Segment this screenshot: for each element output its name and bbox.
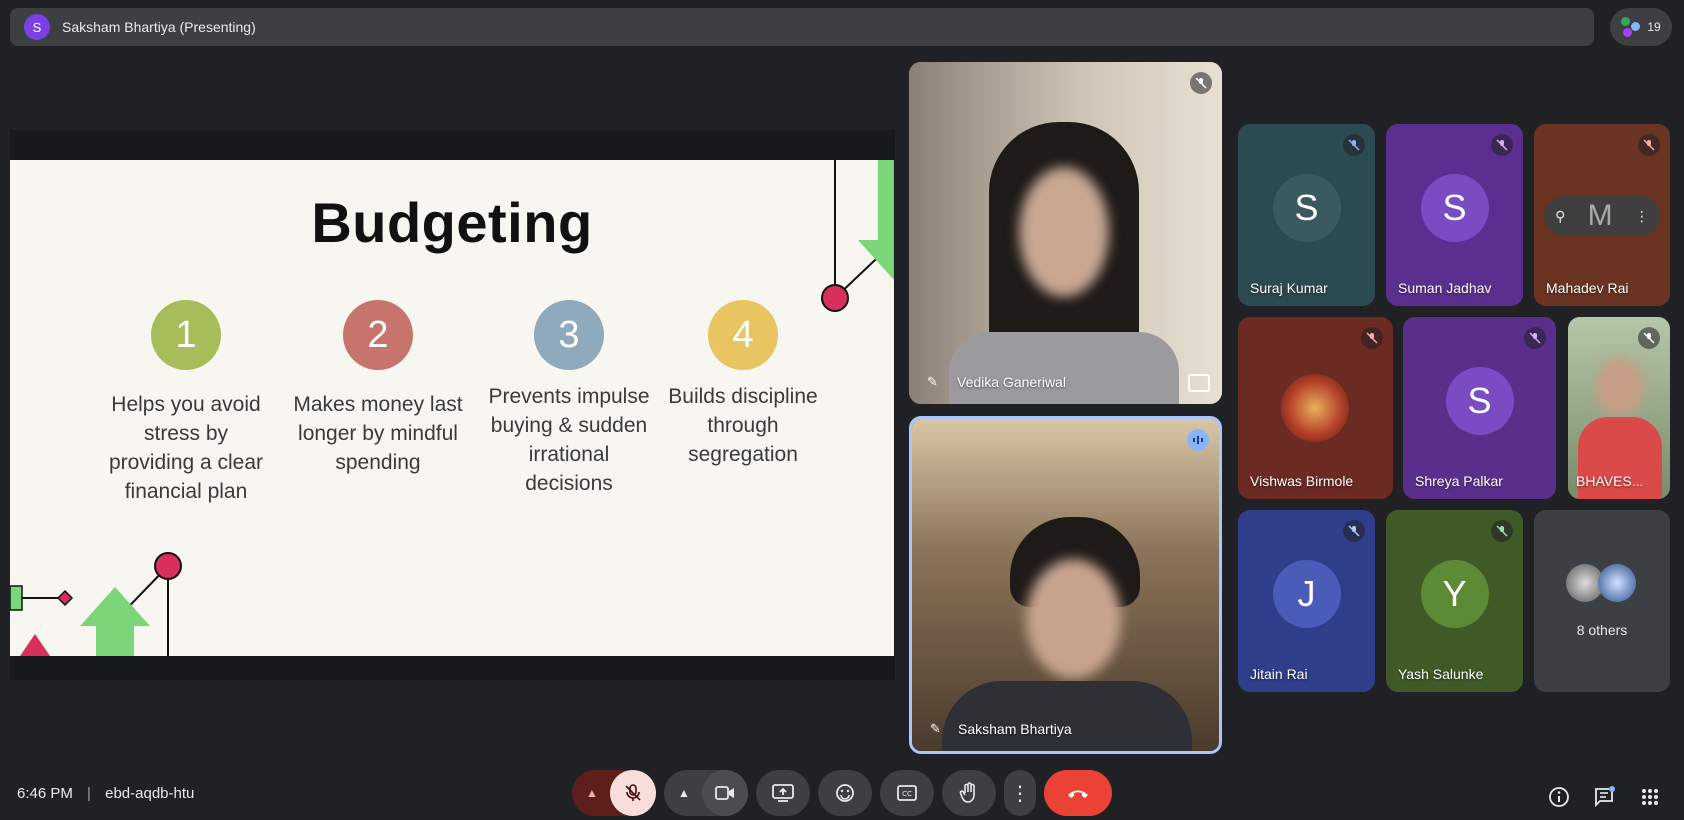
more-options-button[interactable]: ⋮ [1004, 770, 1036, 816]
participant-tile[interactable]: J Jitain Rai [1238, 510, 1375, 692]
reactions-button[interactable] [818, 770, 872, 816]
participant-count: 19 [1647, 20, 1661, 34]
mic-off-icon [1491, 520, 1513, 542]
svg-text:CC: CC [902, 790, 912, 798]
apps-grid-icon [1642, 789, 1658, 805]
participant-tile[interactable]: S Suman Jadhav [1386, 124, 1523, 306]
others-tile[interactable]: 8 others [1534, 510, 1670, 692]
participant-avatar: S [1445, 366, 1514, 435]
raise-hand-button[interactable] [942, 770, 996, 816]
emoji-icon [836, 784, 854, 802]
participant-avatar: Y [1420, 559, 1489, 628]
presentation-slide: Budgeting 1 Helps you avoid stress by pr… [10, 160, 894, 656]
participant-name: Vishwas Birmole [1250, 473, 1354, 489]
video-body [949, 332, 1179, 404]
blurred-face [1026, 559, 1121, 679]
clock-time: 6:46 PM [17, 785, 73, 802]
chat-button[interactable] [1591, 784, 1617, 810]
mic-toggle-button[interactable] [610, 770, 656, 816]
participant-name: Suraj Kumar [1250, 280, 1328, 296]
hand-icon [959, 782, 975, 803]
mic-off-icon [1638, 327, 1660, 349]
participant-tile[interactable]: S Shreya Palkar [1403, 317, 1556, 499]
mic-off-icon [1361, 327, 1383, 349]
participant-name: Suman Jadhav [1398, 280, 1492, 296]
participant-avatar-image [1598, 564, 1636, 602]
blurred-face [1596, 357, 1644, 417]
participant-tile[interactable]: S Suraj Kumar [1238, 124, 1375, 306]
mic-off-icon [1524, 327, 1546, 349]
presenting-title: Saksham Bhartiya (Presenting) [62, 19, 256, 35]
camera-toggle-button[interactable] [702, 770, 748, 816]
mic-off-icon [1638, 134, 1660, 156]
chevron-up-icon[interactable]: ▲ [678, 786, 690, 800]
tile-hover-controls: ⚲ M ⋮ [1544, 196, 1660, 236]
mic-off-icon [625, 784, 641, 801]
participant-avatar: M [1587, 199, 1613, 232]
meeting-details-button[interactable] [1546, 784, 1572, 810]
participant-tile[interactable]: ⚲ M ⋮ Mahadev Rai [1534, 124, 1670, 306]
pin-icon[interactable]: ✎ [927, 374, 938, 390]
participant-tile-speaking[interactable]: ✎ Saksham Bhartiya [909, 416, 1222, 754]
participant-name: Vedika Ganeriwal [957, 374, 1066, 390]
meeting-info: 6:46 PM | ebd-aqdb-htu [17, 785, 194, 802]
captions-button[interactable]: CC [880, 770, 934, 816]
slide-decoration [10, 160, 894, 656]
expand-icon[interactable] [1188, 374, 1210, 392]
participants-button[interactable]: 19 [1610, 8, 1672, 46]
info-icon [1549, 787, 1569, 807]
video-body [942, 681, 1192, 751]
pin-icon[interactable]: ✎ [930, 721, 941, 737]
camera-icon [715, 786, 734, 800]
participant-name: Mahadev Rai [1546, 280, 1629, 296]
end-call-icon [1068, 790, 1088, 798]
more-options-icon[interactable]: ⋮ [1635, 208, 1649, 225]
chat-icon [1595, 786, 1615, 808]
more-vert-icon: ⋮ [1010, 782, 1030, 805]
present-icon [772, 784, 794, 802]
captions-icon: CC [897, 785, 917, 801]
participant-tile[interactable]: BHAVES... [1568, 317, 1670, 499]
participant-name: Yash Salunke [1398, 666, 1484, 682]
participant-name: BHAVES... [1576, 473, 1644, 489]
mic-control-group: ▲ [572, 770, 656, 816]
others-count: 8 others [1576, 622, 1628, 638]
activities-button[interactable] [1637, 784, 1663, 810]
presenting-bar: S Saksham Bhartiya (Presenting) [10, 8, 1594, 46]
speaking-indicator-icon [1187, 429, 1209, 451]
participant-avatar-image [1281, 374, 1349, 442]
presenter-avatar: S [24, 14, 50, 40]
participant-tile[interactable]: ✎ Vedika Ganeriwal [909, 62, 1222, 404]
participant-avatar: S [1420, 173, 1489, 242]
participant-avatar: J [1272, 559, 1341, 628]
participant-tile[interactable]: Y Yash Salunke [1386, 510, 1523, 692]
mic-off-icon [1491, 134, 1513, 156]
separator: | [87, 785, 91, 802]
present-screen-button[interactable] [756, 770, 810, 816]
chevron-up-icon[interactable]: ▲ [586, 786, 598, 800]
meeting-code: ebd-aqdb-htu [105, 785, 195, 802]
leave-call-button[interactable] [1044, 770, 1112, 816]
people-icon [1621, 17, 1641, 37]
participant-tile[interactable]: Vishwas Birmole [1238, 317, 1393, 499]
participant-avatar: S [1272, 173, 1341, 242]
mic-off-icon [1343, 520, 1365, 542]
mic-off-icon [1343, 134, 1365, 156]
camera-control-group: ▲ [664, 770, 748, 816]
participant-name: Shreya Palkar [1415, 473, 1503, 489]
blurred-face [1019, 167, 1109, 297]
participant-name: Saksham Bhartiya [958, 721, 1072, 737]
mic-off-icon [1190, 72, 1212, 94]
participant-name: Jitain Rai [1250, 666, 1308, 682]
pin-icon[interactable]: ⚲ [1555, 208, 1565, 225]
